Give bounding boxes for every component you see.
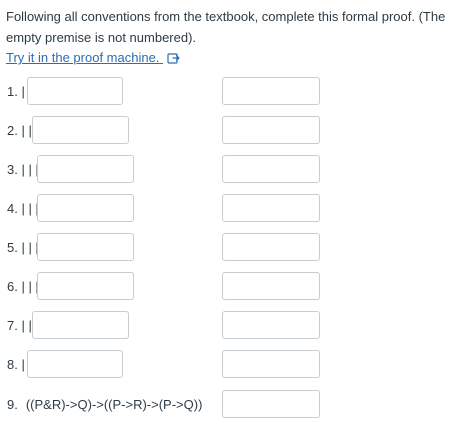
justification-input-4[interactable] <box>222 194 320 222</box>
justification-input-9[interactable] <box>222 390 320 418</box>
proof-machine-link[interactable]: Try it in the proof machine. <box>6 49 181 67</box>
formula-field-2[interactable] <box>33 117 128 143</box>
formula-input-2[interactable] <box>32 116 129 144</box>
justification-field-4[interactable] <box>223 195 319 221</box>
justification-field-2[interactable] <box>223 117 319 143</box>
justification-input-1[interactable] <box>222 77 320 105</box>
line-label: 8. | <box>7 357 25 372</box>
proof-line-9: 9. ((P&R)->Q)->((P->R)->(P->Q)) <box>0 390 474 420</box>
proof-line-1: 1. | <box>0 77 474 107</box>
conclusion-formula: ((P&R)->Q)->((P->R)->(P->Q)) <box>25 397 203 412</box>
formula-input-1[interactable] <box>27 77 123 105</box>
formula-field-7[interactable] <box>33 312 128 338</box>
formula-field-8[interactable] <box>28 351 122 377</box>
justification-field-1[interactable] <box>223 78 319 104</box>
line-label: 5. | | | <box>7 240 39 255</box>
justification-field-8[interactable] <box>223 351 319 377</box>
proof-line-3: 3. | | | <box>0 155 474 185</box>
proof-line-2: 2. | | <box>0 116 474 146</box>
justification-field-7[interactable] <box>223 312 319 338</box>
formula-field-4[interactable] <box>38 195 133 221</box>
proof-line-6: 6. | | | <box>0 272 474 302</box>
external-link-icon <box>167 52 180 64</box>
justification-input-6[interactable] <box>222 272 320 300</box>
formula-field-1[interactable] <box>28 78 122 104</box>
formula-input-3[interactable] <box>37 155 134 183</box>
proof-line-7: 7. | | <box>0 311 474 341</box>
justification-input-2[interactable] <box>222 116 320 144</box>
conclusion-number: 9. <box>7 397 18 412</box>
justification-input-3[interactable] <box>222 155 320 183</box>
line-label: 2. | | <box>7 123 32 138</box>
justification-field-6[interactable] <box>223 273 319 299</box>
justification-field-5[interactable] <box>223 234 319 260</box>
formula-input-8[interactable] <box>27 350 123 378</box>
formula-input-5[interactable] <box>37 233 134 261</box>
conclusion: 9. ((P&R)->Q)->((P->R)->(P->Q)) <box>7 390 202 420</box>
justification-field-3[interactable] <box>223 156 319 182</box>
instructions-text: Following all conventions from the textb… <box>6 9 446 45</box>
proof-line-4: 4. | | | <box>0 194 474 224</box>
justification-field-9[interactable] <box>223 391 319 417</box>
formula-field-5[interactable] <box>38 234 133 260</box>
formula-field-3[interactable] <box>38 156 133 182</box>
formula-field-6[interactable] <box>38 273 133 299</box>
proof-line-5: 5. | | | <box>0 233 474 263</box>
formula-input-4[interactable] <box>37 194 134 222</box>
proof-line-8: 8. | <box>0 350 474 380</box>
justification-input-8[interactable] <box>222 350 320 378</box>
formula-input-7[interactable] <box>32 311 129 339</box>
line-label: 6. | | | <box>7 279 39 294</box>
line-label: 7. | | <box>7 318 32 333</box>
justification-input-5[interactable] <box>222 233 320 261</box>
line-label: 3. | | | <box>7 162 39 177</box>
proof-machine-link-label: Try it in the proof machine. <box>6 50 160 65</box>
formula-input-6[interactable] <box>37 272 134 300</box>
line-label: 4. | | | <box>7 201 39 216</box>
justification-input-7[interactable] <box>222 311 320 339</box>
line-label: 1. | <box>7 84 25 99</box>
